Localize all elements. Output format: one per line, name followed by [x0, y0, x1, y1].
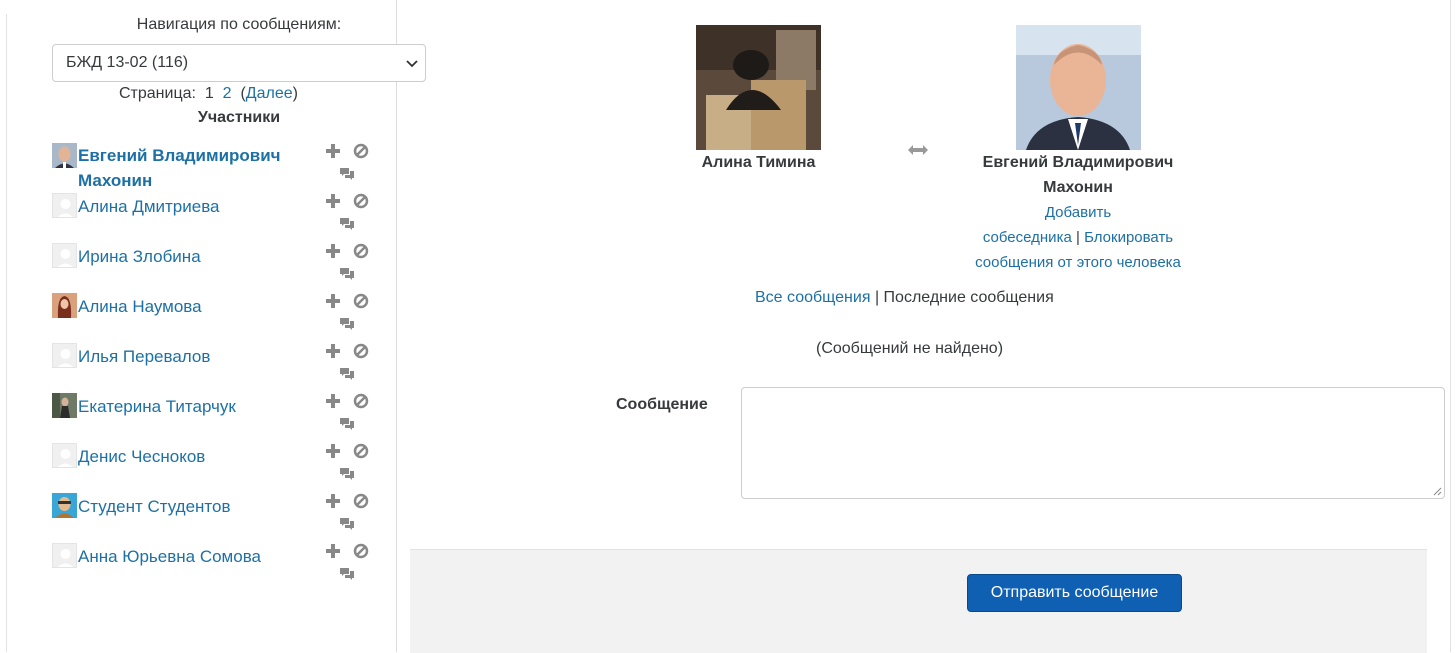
avatar[interactable]: [52, 393, 77, 418]
contact-name-link[interactable]: Екатерина Титарчук: [78, 394, 318, 419]
contact-name-link[interactable]: Анна Юрьевна Сомова: [78, 544, 318, 569]
block-icon[interactable]: [353, 443, 369, 459]
frame-line-right: [1450, 0, 1451, 652]
avatar[interactable]: [52, 543, 77, 568]
pager-next-link[interactable]: Далее: [246, 85, 293, 102]
messages-icon[interactable]: [339, 266, 355, 282]
messages-icon[interactable]: [339, 366, 355, 382]
contact-row: Илья Перевалов: [52, 343, 382, 393]
contact-name-link[interactable]: Денис Чесноков: [78, 444, 318, 469]
pager-label: Страница:: [119, 85, 196, 102]
all-messages-link[interactable]: Все сообщения: [755, 289, 870, 306]
contact-row: Денис Чесноков: [52, 443, 382, 493]
plus-icon[interactable]: [325, 143, 341, 159]
messages-icon[interactable]: [339, 566, 355, 582]
filters-separator: |: [874, 289, 880, 306]
current-user-card: Алина Тимина: [696, 25, 821, 175]
avatar[interactable]: [52, 143, 77, 168]
block-icon[interactable]: [353, 493, 369, 509]
avatar[interactable]: [52, 343, 77, 368]
contact-name-link[interactable]: Ирина Злобина: [78, 244, 318, 269]
contact-actions: Добавить собеседника | Блокировать сообщ…: [963, 200, 1193, 275]
plus-icon[interactable]: [325, 393, 341, 409]
messages-icon[interactable]: [339, 416, 355, 432]
avatar[interactable]: [52, 243, 77, 268]
pager-current-page: 1: [204, 85, 214, 102]
contact-name-link[interactable]: Евгений Владимирович Махонин: [78, 143, 318, 193]
contact-name-link[interactable]: Студент Студентов: [78, 494, 318, 519]
messages-sidebar: Навигация по сообщениям: БЖД 13-02 (116)…: [0, 0, 426, 652]
messages-icon[interactable]: [339, 316, 355, 332]
course-select[interactable]: БЖД 13-02 (116): [52, 44, 426, 82]
messages-icon[interactable]: [339, 166, 355, 182]
navigation-label: Навигация по сообщениям:: [136, 16, 342, 33]
plus-icon[interactable]: [325, 343, 341, 359]
add-contact-link-line2: собеседника: [982, 229, 1072, 246]
actions-separator: |: [1075, 229, 1080, 246]
plus-icon[interactable]: [325, 193, 341, 209]
course-select-value: БЖД 13-02 (116): [66, 54, 189, 71]
messages-icon[interactable]: [339, 516, 355, 532]
contact-row: Евгений Владимирович Махонин: [52, 143, 382, 193]
current-user-name: Алина Тимина: [701, 154, 816, 171]
recent-messages-label: Последние сообщения: [883, 289, 1054, 306]
contact-row: Ирина Злобина: [52, 243, 382, 293]
avatar[interactable]: [52, 493, 77, 518]
contact-row: Екатерина Титарчук: [52, 393, 382, 443]
no-messages-note: (Сообщений не найдено): [816, 340, 1004, 357]
send-message-button[interactable]: Отправить сообщение: [967, 574, 1182, 612]
block-icon[interactable]: [353, 143, 369, 159]
contact-name-link[interactable]: Илья Перевалов: [78, 344, 318, 369]
plus-icon[interactable]: [325, 293, 341, 309]
avatar[interactable]: [52, 293, 77, 318]
pager: Страница: 1 2 (Далее): [119, 85, 298, 102]
block-icon[interactable]: [353, 543, 369, 559]
plus-icon[interactable]: [325, 443, 341, 459]
contact-name-link[interactable]: Алина Наумова: [78, 294, 318, 319]
contact-row: Алина Дмитриева: [52, 193, 382, 243]
pager-page-2-link[interactable]: 2: [223, 85, 232, 102]
plus-icon[interactable]: [325, 543, 341, 559]
add-contact-link-line1: Добавить: [1044, 204, 1112, 221]
contact-user-name-line1: Евгений Владимирович: [982, 154, 1174, 171]
messages-icon[interactable]: [339, 466, 355, 482]
form-footer: [410, 549, 1427, 653]
current-user-photo[interactable]: [696, 25, 821, 150]
avatar[interactable]: [52, 443, 77, 468]
block-icon[interactable]: [353, 393, 369, 409]
chevron-down-icon: [406, 60, 418, 68]
contact-user-card: Евгений Владимирович Махонин Добавить со…: [963, 25, 1193, 275]
contact-row: Анна Юрьевна Сомова: [52, 543, 382, 593]
block-icon[interactable]: [353, 193, 369, 209]
contact-name-link[interactable]: Алина Дмитриева: [78, 194, 318, 219]
avatar[interactable]: [52, 193, 77, 218]
resize-grip-icon[interactable]: [1432, 486, 1442, 496]
message-label: Сообщение: [616, 396, 708, 413]
block-icon[interactable]: [353, 293, 369, 309]
block-contact-link-line2: сообщения от этого человека: [975, 254, 1181, 271]
swap-arrows-icon: [908, 145, 928, 155]
block-contact-link-line1: Блокировать: [1084, 229, 1174, 246]
message-filters: Все сообщения | Последние сообщения: [755, 289, 1054, 307]
block-icon[interactable]: [353, 243, 369, 259]
contact-user-name: Евгений Владимирович Махонин: [963, 150, 1193, 200]
contact-user-name-line2: Махонин: [1043, 179, 1113, 196]
message-textarea[interactable]: [741, 387, 1445, 499]
block-icon[interactable]: [353, 343, 369, 359]
contact-user-photo[interactable]: [1016, 25, 1141, 150]
contact-row: Студент Студентов: [52, 493, 382, 543]
plus-icon[interactable]: [325, 493, 341, 509]
plus-icon[interactable]: [325, 243, 341, 259]
participants-title: Участники: [197, 109, 281, 126]
contact-row: Алина Наумова: [52, 293, 382, 343]
messages-icon[interactable]: [339, 216, 355, 232]
